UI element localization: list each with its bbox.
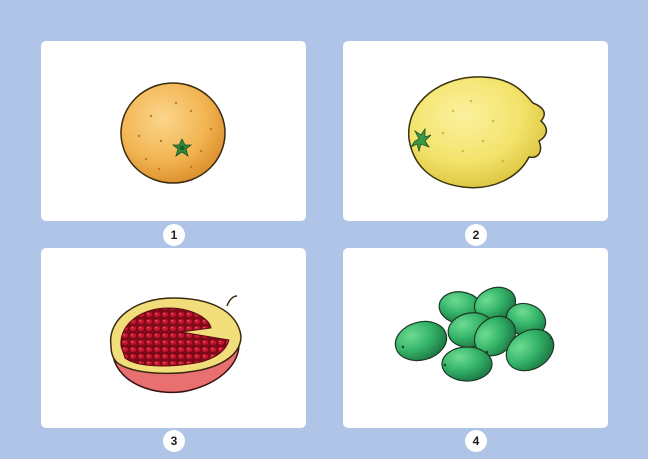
option-card-2[interactable] (343, 41, 608, 221)
option-number-1[interactable]: 1 (163, 224, 185, 246)
option-number-4[interactable]: 4 (465, 430, 487, 452)
green-olives-icon (394, 286, 555, 382)
option-number-2[interactable]: 2 (465, 224, 487, 246)
option-number-3[interactable]: 3 (163, 430, 185, 452)
pomegranate-half-icon (109, 295, 242, 394)
option-card-4[interactable] (343, 248, 608, 428)
option-card-1[interactable] (41, 41, 306, 221)
option-card-3[interactable] (41, 248, 306, 428)
orange-icon (120, 82, 226, 184)
lemon-icon (408, 76, 548, 189)
